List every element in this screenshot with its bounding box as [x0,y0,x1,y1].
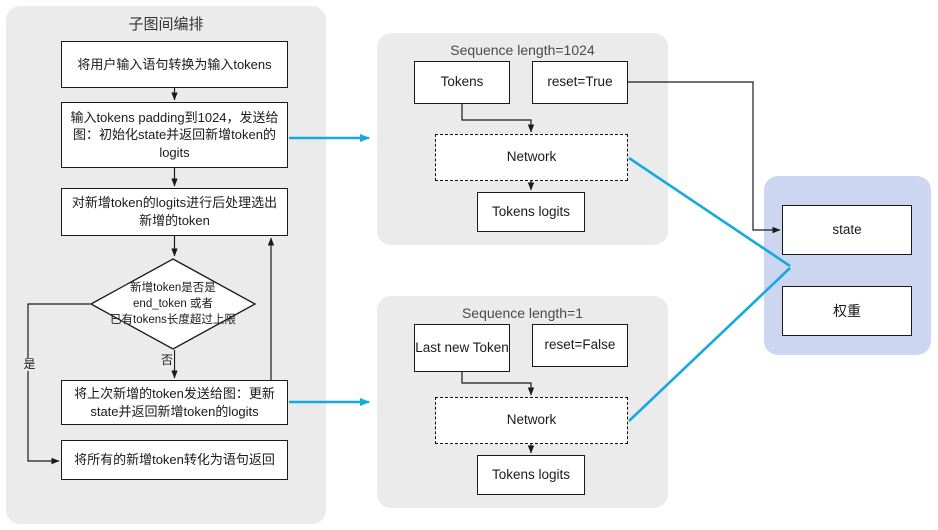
flow-step-padding-init-state[interactable]: 输入tokens padding到1024，发送给图：初始化state并返回新增… [61,102,288,168]
flow-decision-line2: end_token 或者 [133,297,213,310]
node-network-1024-label: Network [506,149,557,165]
node-network-1024[interactable]: Network [435,134,628,181]
node-network-1[interactable]: Network [435,397,628,444]
node-shared-weights[interactable]: 权重 [782,286,912,336]
flow-decision-line1: 新增token是否是 [130,281,216,294]
flow-step-update-state-label: 将上次新增的token发送给图：更新state并返回新增token的logits [74,385,275,419]
flow-step-detokenize-return[interactable]: 将所有的新增token转化为语句返回 [61,440,288,480]
node-last-new-token-label: Last new Token [415,339,509,355]
node-shared-state-label: state [832,221,862,237]
node-reset-true[interactable]: reset=True [532,61,628,104]
node-tokens-1024-label: Tokens [440,74,484,90]
flow-step-postprocess-logits-label: 对新增token的logits进行后处理选出新增的token [71,195,278,228]
node-reset-false-label: reset=False [544,337,616,353]
node-reset-false[interactable]: reset=False [532,324,628,367]
node-tokens-logits-1-label: Tokens logits [491,466,571,482]
node-shared-state[interactable]: state [782,205,912,255]
flow-step-padding-init-state-label: 输入tokens padding到1024，发送给图：初始化state并返回新增… [70,109,279,160]
flow-decision-line3: 已有tokens长度超过上限 [110,314,236,327]
flow-step-tokenize[interactable]: 将用户输入语句转换为输入tokens [61,41,288,88]
flow-step-update-state[interactable]: 将上次新增的token发送给图：更新state并返回新增token的logits [61,380,288,425]
node-tokens-1024[interactable]: Tokens [414,61,510,104]
edge-label-no: 否 [160,351,175,368]
flow-step-tokenize-label: 将用户输入语句转换为输入tokens [77,56,272,72]
flow-step-detokenize-return-label: 将所有的新增token转化为语句返回 [74,452,275,468]
node-shared-weights-label: 权重 [833,302,861,319]
panel-title-left: 子图间编排 [128,16,204,33]
node-network-1-label: Network [506,412,557,428]
edge-label-yes: 是 [22,357,37,371]
panel-title-seq1024: Sequence length=1024 [450,42,595,58]
flow-decision-end-token[interactable]: 新增token是否是 end_token 或者 已有tokens长度超过上限 [90,258,256,350]
flow-decision-label: 新增token是否是 end_token 或者 已有tokens长度超过上限 [90,258,256,350]
node-tokens-logits-1024[interactable]: Tokens logits [477,192,585,232]
node-reset-true-label: reset=True [547,74,613,90]
diagram-canvas: 子图间编排 Sequence length=1024 Sequence leng… [0,0,938,530]
panel-title-seq1: Sequence length=1 [461,305,584,321]
node-last-new-token[interactable]: Last new Token [414,324,510,372]
flow-step-postprocess-logits[interactable]: 对新增token的logits进行后处理选出新增的token [61,188,288,236]
node-tokens-logits-1[interactable]: Tokens logits [477,455,585,495]
node-tokens-logits-1024-label: Tokens logits [491,203,571,219]
